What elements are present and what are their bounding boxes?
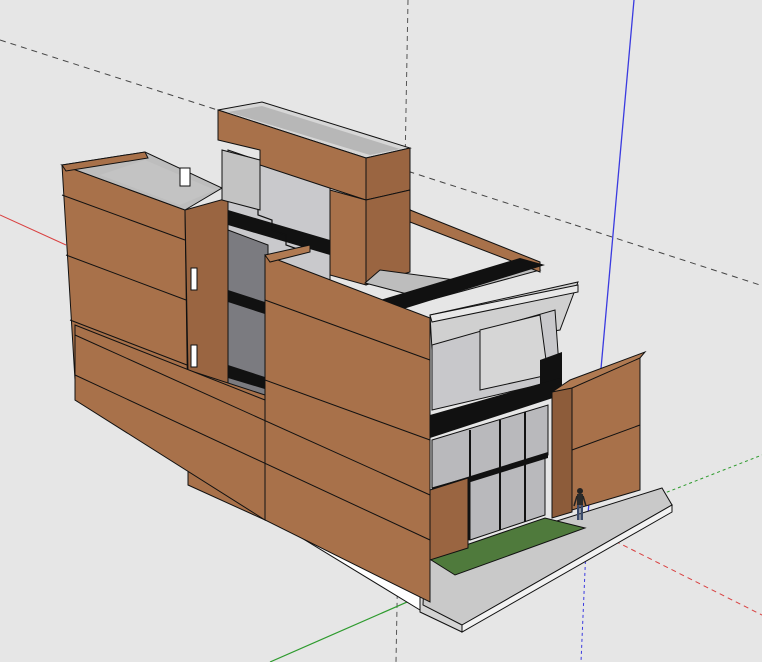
upper-mass-pier: [329, 189, 367, 286]
slit-window-upper: [190, 267, 198, 291]
red-axis-dashed: [574, 224, 761, 286]
drawing-viewport[interactable]: [0, 0, 762, 662]
3d-model-canvas[interactable]: [0, 0, 762, 662]
boundary-wall-end: [551, 384, 573, 519]
red-axis: [0, 214, 67, 246]
slit-window-lower: [190, 344, 198, 368]
roof-vent: [179, 167, 191, 187]
upper-mass-underside: [221, 149, 261, 211]
boundary-wall: [551, 350, 647, 519]
front-pier: [429, 477, 469, 561]
